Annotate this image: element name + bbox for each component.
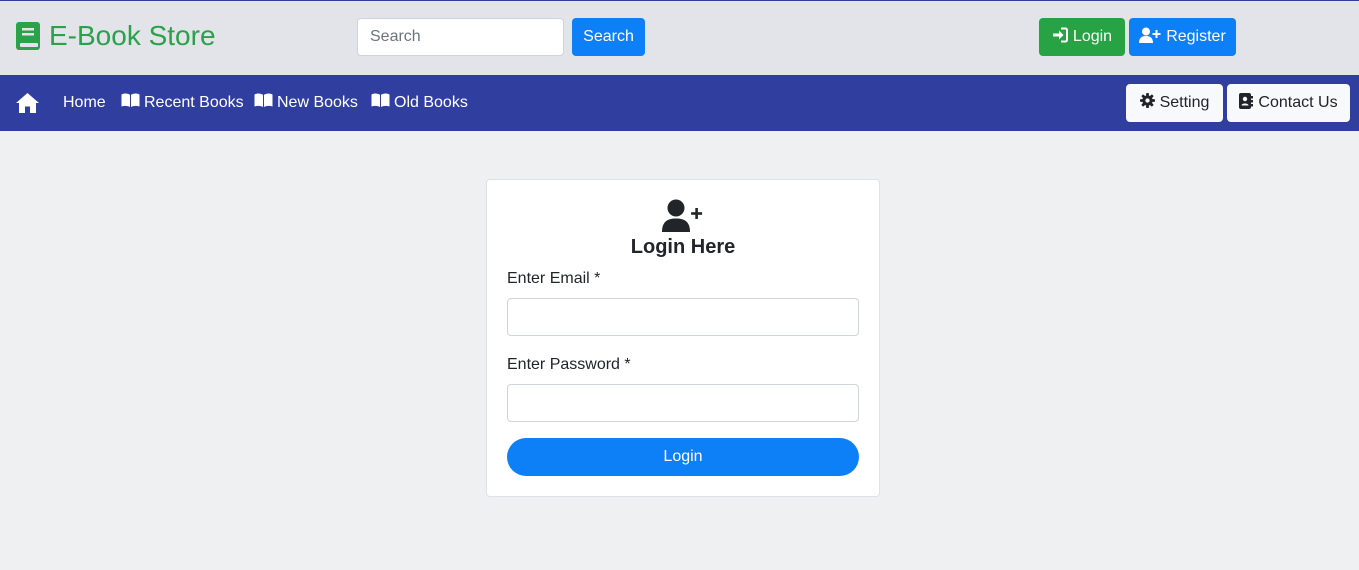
- nav-item-new-books[interactable]: New Books: [254, 93, 358, 113]
- login-submit-label: Login: [663, 448, 703, 465]
- search-input[interactable]: [357, 18, 564, 56]
- login-title: Login Here: [630, 236, 736, 258]
- sign-in-icon: [1052, 27, 1068, 48]
- login-button-label: Login: [1072, 28, 1113, 45]
- nav-item-old-books[interactable]: Old Books: [371, 93, 468, 113]
- login-submit-button[interactable]: Login: [507, 438, 859, 476]
- nav-item-label: New Books: [277, 94, 358, 111]
- nav-item-label: Recent Books: [144, 94, 244, 111]
- register-button-label: Register: [1166, 28, 1226, 45]
- nav-item-label: Home: [63, 94, 106, 111]
- book-open-icon: [121, 93, 140, 113]
- contact-us-button-label: Contact Us: [1258, 94, 1338, 111]
- gear-icon: [1139, 93, 1155, 113]
- login-card: Login Here Enter Email * Enter Password …: [486, 179, 880, 497]
- search-button-label: Search: [583, 28, 634, 45]
- brand-logo[interactable]: E-Book Store: [15, 20, 216, 52]
- password-field[interactable]: [507, 384, 859, 422]
- password-label: Enter Password *: [507, 356, 631, 373]
- brand-name: E-Book Store: [49, 20, 216, 51]
- book-icon: [15, 21, 41, 51]
- book-open-icon: [371, 93, 390, 113]
- main-navbar: Home Recent Books New Books Old Books Se…: [0, 75, 1359, 131]
- register-button[interactable]: Register: [1129, 18, 1236, 56]
- contact-us-button[interactable]: Contact Us: [1227, 84, 1350, 122]
- address-book-icon: [1239, 92, 1254, 114]
- setting-button-label: Setting: [1159, 94, 1210, 111]
- book-open-icon: [254, 93, 273, 113]
- email-label: Enter Email *: [507, 270, 601, 287]
- top-header: E-Book Store Search Login Register: [0, 0, 1359, 75]
- setting-button[interactable]: Setting: [1126, 84, 1223, 122]
- nav-item-label: Old Books: [394, 94, 468, 111]
- home-icon[interactable]: [15, 92, 40, 119]
- login-button[interactable]: Login: [1039, 18, 1125, 56]
- user-plus-icon: [1139, 27, 1161, 48]
- email-field[interactable]: [507, 298, 859, 336]
- nav-item-home[interactable]: Home: [63, 93, 106, 113]
- nav-item-recent-books[interactable]: Recent Books: [121, 93, 244, 113]
- search-button[interactable]: Search: [572, 18, 645, 56]
- user-plus-icon: [662, 199, 704, 238]
